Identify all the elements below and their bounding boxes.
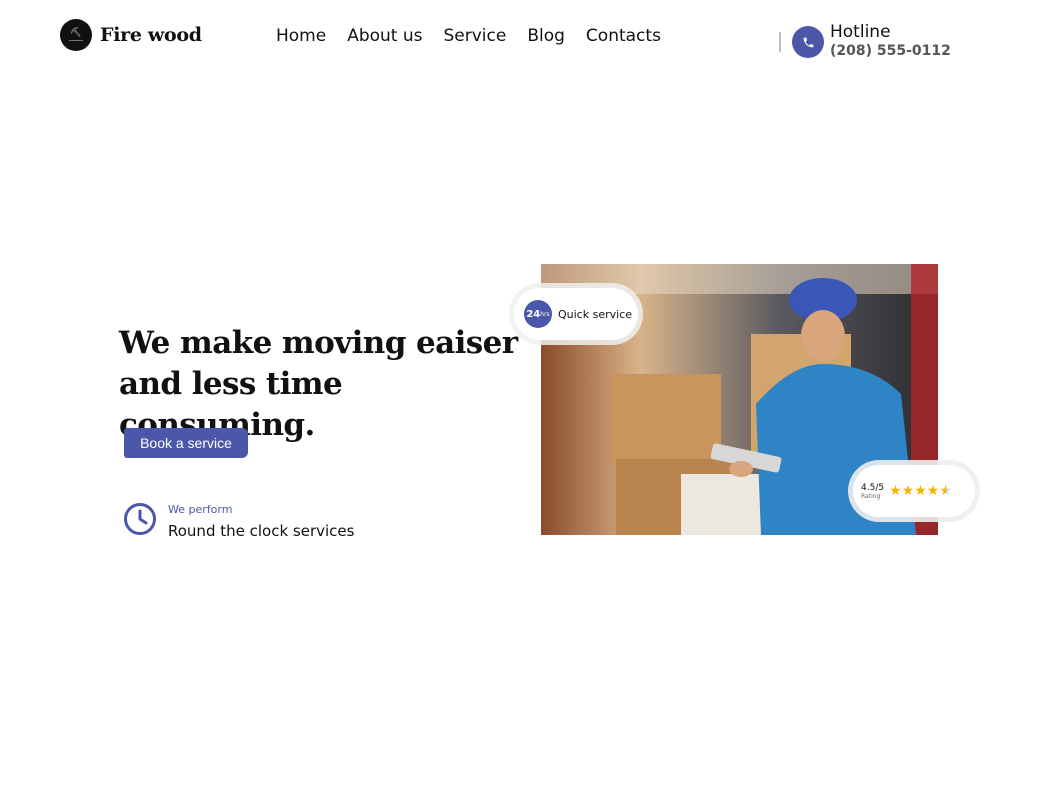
nav-home[interactable]: Home — [276, 25, 326, 47]
hero-title-line-1: We make moving eaiser — [119, 325, 518, 361]
rating-value: 4.5/5 — [861, 482, 885, 493]
feature-label: We perform — [168, 503, 233, 516]
firewood-logo-icon: ⛏ — [60, 19, 92, 51]
star-icon: ★ — [901, 483, 915, 499]
nav-service[interactable]: Service — [444, 25, 507, 47]
star-icon: ★ — [889, 483, 902, 499]
book-service-button[interactable]: Book a service — [124, 428, 248, 458]
star-icon: ★ — [926, 483, 940, 499]
star-icon: ★ — [914, 483, 927, 499]
brand-name: Fire wood — [100, 24, 202, 46]
quick-service-label: Quick service — [558, 307, 633, 321]
half-star-icon: ★ — [939, 483, 952, 499]
hotline-title: Hotline — [830, 22, 891, 42]
header-divider — [779, 32, 781, 52]
rating-stars: ★ ★ ★ ★ ★ — [889, 484, 952, 498]
24hrs-badge-icon: 24 hrs — [524, 300, 552, 328]
quick-number: 24 — [526, 308, 541, 320]
main-nav: Home About us Service Blog Contacts — [276, 25, 682, 47]
nav-about-us[interactable]: About us — [347, 25, 422, 47]
clock-icon — [123, 502, 157, 536]
rating-badge: 4.5/5 Rating ★ ★ ★ ★ ★ — [853, 465, 975, 517]
phone-icon[interactable] — [792, 26, 824, 58]
quick-service-badge: 24 hrs Quick service — [514, 288, 638, 340]
rating-label: Rating — [861, 492, 881, 500]
nav-contacts[interactable]: Contacts — [586, 25, 661, 47]
nav-blog[interactable]: Blog — [527, 25, 565, 47]
hotline-block: Hotline (208) 555-0112 — [830, 22, 951, 60]
hotline-number[interactable]: (208) 555-0112 — [830, 42, 951, 60]
quick-unit: hrs — [540, 310, 550, 318]
brand-logo[interactable]: ⛏ Fire wood — [60, 19, 202, 51]
feature-text: Round the clock services — [168, 522, 355, 540]
